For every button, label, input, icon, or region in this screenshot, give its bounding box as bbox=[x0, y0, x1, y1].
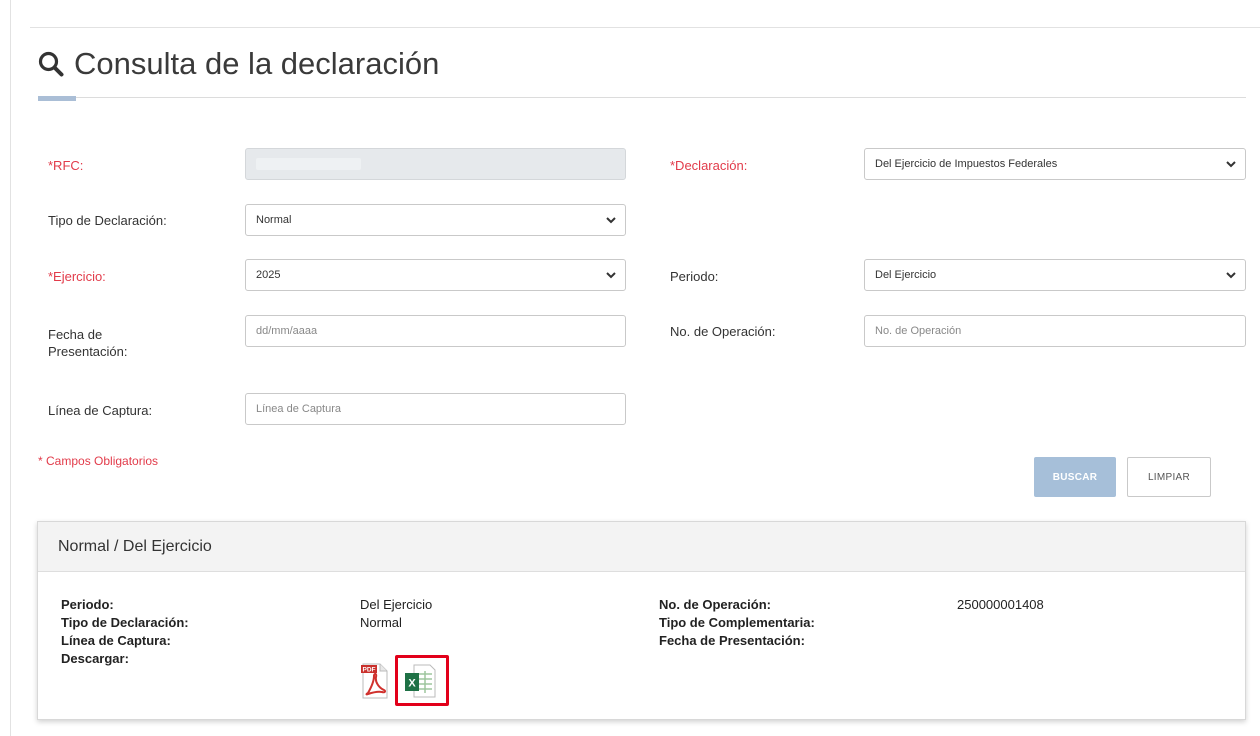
pdf-icon-text: PDF bbox=[363, 667, 376, 674]
result-periodo-value: Del Ejercicio bbox=[360, 597, 433, 612]
result-linea-label: Línea de Captura: bbox=[61, 633, 171, 648]
linea-captura-placeholder: Línea de Captura bbox=[256, 403, 342, 415]
rfc-field bbox=[245, 148, 626, 180]
excel-highlight-box bbox=[395, 655, 449, 706]
left-divider bbox=[10, 0, 11, 736]
linea-captura-label: Línea de Captura: bbox=[48, 403, 153, 418]
ejercicio-value: 2025 bbox=[256, 269, 281, 281]
result-tipo-label: Tipo de Declaración: bbox=[61, 615, 189, 630]
page: Consulta de la declaración *RFC: *Declar… bbox=[0, 0, 1260, 736]
limpiar-button[interactable]: LIMPIAR bbox=[1127, 457, 1211, 497]
result-panel-header: Normal / Del Ejercicio bbox=[38, 522, 1245, 572]
title-accent bbox=[38, 96, 76, 101]
ejercicio-select[interactable]: 2025 bbox=[245, 259, 626, 291]
no-operacion-placeholder: No. de Operación bbox=[875, 325, 962, 337]
ejercicio-label: *Ejercicio: bbox=[48, 269, 106, 284]
tipo-declaracion-label: Tipo de Declaración: bbox=[48, 213, 167, 228]
result-operacion-label: No. de Operación: bbox=[659, 597, 771, 612]
rfc-value bbox=[256, 158, 361, 170]
tipo-declaracion-select[interactable]: Normal bbox=[245, 204, 626, 236]
chevron-down-icon bbox=[1226, 161, 1236, 168]
fecha-presentacion-input[interactable]: dd/mm/aaaa bbox=[245, 315, 626, 347]
pdf-icon[interactable]: PDF bbox=[360, 660, 390, 700]
periodo-label: Periodo: bbox=[670, 269, 719, 284]
periodo-value: Del Ejercicio bbox=[875, 269, 937, 281]
top-divider bbox=[30, 27, 1260, 28]
buscar-button[interactable]: BUSCAR bbox=[1034, 457, 1116, 497]
search-icon bbox=[38, 51, 64, 77]
fecha-presentacion-label: Fecha de Presentación: bbox=[48, 327, 128, 359]
periodo-select[interactable]: Del Ejercicio bbox=[864, 259, 1246, 291]
no-operacion-label: No. de Operación: bbox=[670, 324, 776, 339]
chevron-down-icon bbox=[1226, 272, 1236, 279]
chevron-down-icon bbox=[606, 272, 616, 279]
declaracion-select[interactable]: Del Ejercicio de Impuestos Federales bbox=[864, 148, 1246, 180]
result-operacion-value: 250000001408 bbox=[957, 597, 1044, 612]
page-title: Consulta de la declaración bbox=[38, 44, 439, 84]
rfc-label: *RFC: bbox=[48, 158, 84, 173]
result-descargar-label: Descargar: bbox=[61, 651, 129, 666]
result-tipo-value: Normal bbox=[360, 615, 402, 630]
linea-captura-input[interactable]: Línea de Captura bbox=[245, 393, 626, 425]
page-title-text: Consulta de la declaración bbox=[74, 46, 440, 81]
title-divider bbox=[38, 97, 1246, 98]
result-fecha-label: Fecha de Presentación: bbox=[659, 633, 805, 648]
result-periodo-label: Periodo: bbox=[61, 597, 114, 612]
no-operacion-input[interactable]: No. de Operación bbox=[864, 315, 1246, 347]
result-complementaria-label: Tipo de Complementaria: bbox=[659, 615, 815, 630]
result-panel: Normal / Del Ejercicio bbox=[37, 521, 1246, 720]
required-fields-note: * Campos Obligatorios bbox=[38, 454, 159, 468]
declaracion-label: *Declaración: bbox=[670, 158, 748, 173]
chevron-down-icon bbox=[606, 217, 616, 224]
fecha-presentacion-placeholder: dd/mm/aaaa bbox=[256, 325, 318, 337]
declaracion-value: Del Ejercicio de Impuestos Federales bbox=[875, 158, 1058, 170]
tipo-declaracion-value: Normal bbox=[256, 214, 292, 226]
